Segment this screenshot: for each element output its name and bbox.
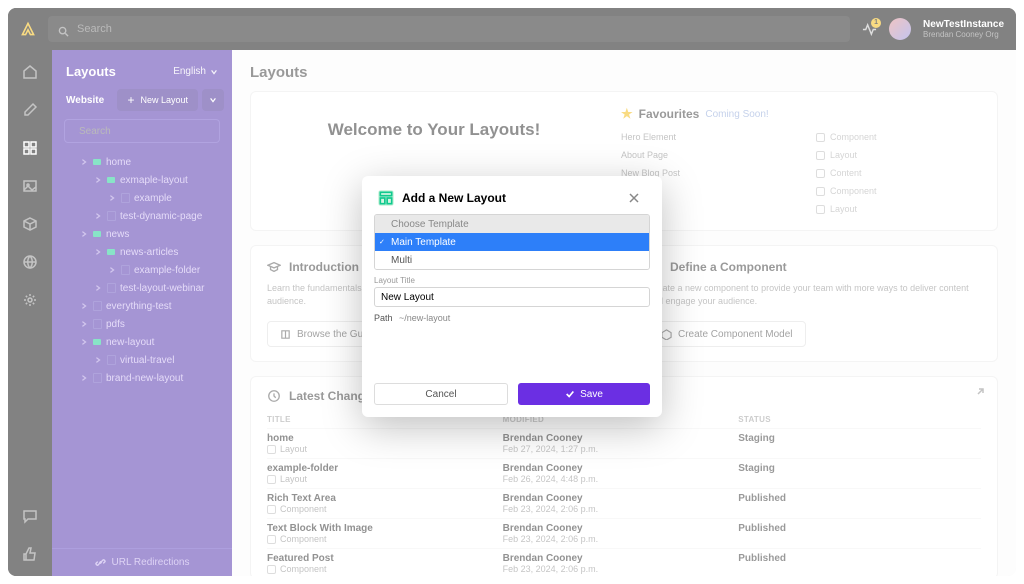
template-dropdown[interactable]: Choose Template Main Template Multi <box>374 214 650 270</box>
add-layout-modal: Add a New Layout Choose Template Main Te… <box>362 176 662 417</box>
close-icon[interactable] <box>628 192 640 204</box>
cancel-button[interactable]: Cancel <box>374 383 508 405</box>
dropdown-placeholder[interactable]: Choose Template <box>375 215 649 233</box>
dropdown-option-multi[interactable]: Multi <box>375 251 649 269</box>
save-button[interactable]: Save <box>518 383 650 405</box>
dropdown-option-main[interactable]: Main Template <box>375 233 649 251</box>
path-value: ~/new-layout <box>399 313 450 323</box>
path-label: Path <box>374 313 393 323</box>
field-label: Layout Title <box>374 276 650 285</box>
modal-title: Add a New Layout <box>402 191 620 205</box>
layout-title-input[interactable] <box>374 287 650 307</box>
modal-overlay[interactable]: Add a New Layout Choose Template Main Te… <box>8 8 1016 576</box>
layout-icon <box>378 190 394 206</box>
check-icon <box>565 389 575 399</box>
